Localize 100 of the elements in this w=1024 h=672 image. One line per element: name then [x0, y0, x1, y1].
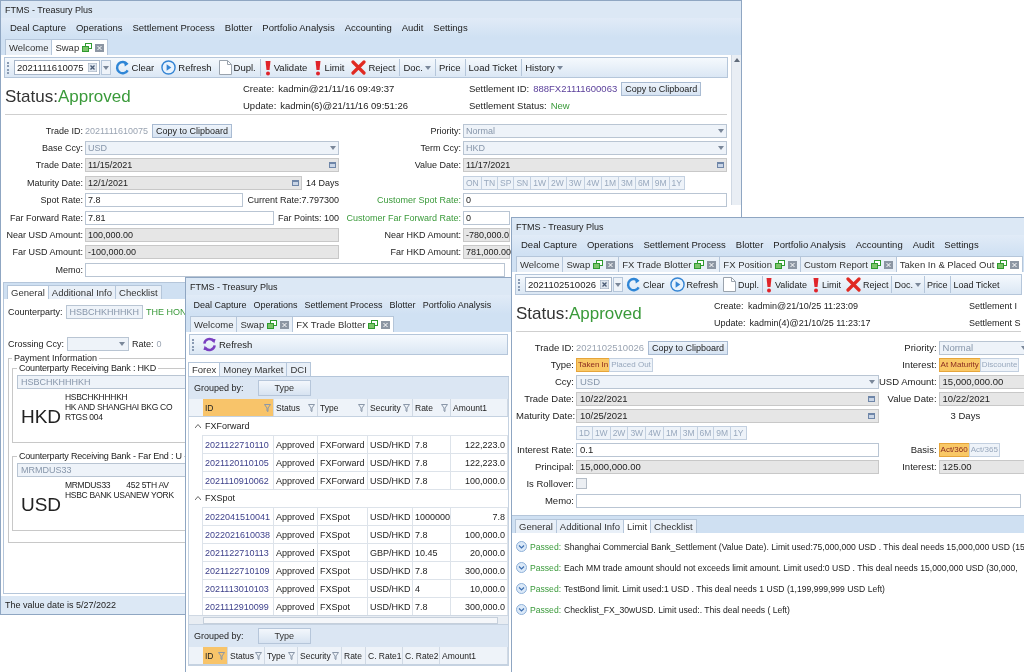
filter-icon[interactable]	[255, 651, 263, 660]
close-icon[interactable]	[1010, 260, 1020, 269]
group-chip[interactable]: Type	[257, 628, 312, 644]
document-tab[interactable]: FX Trade Blotter	[292, 316, 395, 332]
section-tab[interactable]: Money Market	[219, 362, 288, 376]
group-row[interactable]: FXSpot	[189, 489, 508, 507]
toolbar-button[interactable]: Dupl.	[721, 276, 762, 293]
toolbar-button[interactable]: Price	[434, 59, 464, 76]
memo-field[interactable]	[576, 493, 1021, 508]
column-header[interactable]: Type	[265, 647, 298, 664]
menu-item[interactable]: Operations	[582, 239, 639, 250]
toggle-button[interactable]: Act/360	[938, 442, 970, 457]
menu-item[interactable]: Settlement Process	[127, 22, 220, 33]
filter-icon[interactable]	[332, 651, 339, 660]
input-field[interactable]: 0	[463, 210, 510, 225]
expand-icon[interactable]	[516, 541, 527, 552]
document-tab[interactable]: FX Position	[719, 256, 801, 272]
toolbar-button[interactable]: Validate	[762, 276, 809, 293]
input-field[interactable]: 7.81	[85, 210, 274, 225]
column-header[interactable]: Status	[274, 399, 318, 416]
toolbar-button[interactable]: History	[521, 59, 566, 76]
menu-item[interactable]: Settings	[939, 239, 984, 250]
filter-icon[interactable]	[218, 651, 225, 660]
toggle-button[interactable]: At Maturity	[938, 357, 981, 372]
trade-id-field[interactable]: 2021111610075	[14, 60, 100, 75]
toolbar-button[interactable]: Refresh	[158, 59, 215, 76]
section-tab[interactable]: Checklist	[115, 285, 162, 300]
column-header[interactable]: Rate	[413, 399, 451, 416]
memo-field[interactable]	[85, 262, 505, 277]
window-icon[interactable]	[774, 260, 785, 269]
menu-item[interactable]: Accounting	[850, 239, 908, 250]
refresh-button[interactable]: Refresh	[199, 336, 256, 353]
expand-icon[interactable]	[516, 562, 527, 573]
filter-icon[interactable]	[308, 403, 315, 412]
expand-icon[interactable]	[516, 604, 527, 615]
date-field[interactable]: 10/22/2021	[576, 391, 879, 406]
menu-item[interactable]: Audit	[396, 22, 429, 33]
document-tab[interactable]: Swap	[236, 316, 294, 332]
column-header[interactable]: C. Rate1	[366, 647, 403, 664]
column-header[interactable]: ID	[203, 647, 228, 664]
column-header[interactable]: Rate	[342, 647, 366, 664]
date-field[interactable]: 11/15/2021	[85, 158, 339, 173]
column-header[interactable]: Amount1	[440, 647, 508, 664]
close-icon[interactable]	[883, 260, 893, 269]
close-icon[interactable]	[606, 260, 616, 269]
window-icon[interactable]	[997, 260, 1008, 269]
group-chip[interactable]: Type	[257, 380, 312, 396]
toolbar-button[interactable]: Doc.	[891, 276, 923, 293]
close-icon[interactable]	[280, 320, 290, 329]
dropdown-button[interactable]	[100, 60, 111, 75]
toolbar-button[interactable]: Refresh	[667, 276, 720, 293]
column-header[interactable]: Status	[228, 647, 265, 664]
toolbar-button[interactable]: Reject	[348, 59, 399, 76]
toolbar-button[interactable]: Clear	[111, 59, 158, 76]
close-icon[interactable]	[707, 260, 717, 269]
document-tab[interactable]: Welcome	[516, 256, 564, 272]
column-header[interactable]: Security	[368, 399, 413, 416]
toolbar-button[interactable]: Limit	[311, 59, 348, 76]
dropdown-button[interactable]	[613, 277, 623, 292]
document-tab[interactable]: Custom Report	[799, 256, 897, 272]
section-tab[interactable]: General	[7, 285, 49, 300]
menu-item[interactable]: Accounting	[339, 22, 397, 33]
filter-icon[interactable]	[358, 403, 365, 412]
calendar-icon[interactable]	[329, 162, 336, 169]
document-tab[interactable]: FX Trade Blotter	[618, 256, 721, 272]
document-tab[interactable]: Taken In & Placed Out	[895, 256, 1024, 272]
expand-icon[interactable]	[516, 583, 527, 594]
scrollbar[interactable]	[731, 55, 741, 205]
menu-item[interactable]: Operations	[250, 299, 302, 310]
dropdown-field[interactable]	[67, 337, 129, 352]
section-tab[interactable]: Additional Info	[47, 285, 117, 300]
toolbar-button[interactable]: Price	[923, 276, 950, 293]
group-row[interactable]: FXForward	[189, 417, 508, 435]
clear-icon[interactable]	[87, 63, 97, 72]
menu-item[interactable]: Settlement Process	[301, 299, 387, 310]
menu-item[interactable]: Portfolio Analysis	[419, 299, 495, 310]
filter-icon[interactable]	[441, 403, 448, 412]
date-field[interactable]: 12/1/2021	[85, 175, 302, 190]
toggle-button[interactable]: Taken In	[576, 357, 611, 372]
menu-item[interactable]: Operations	[71, 22, 128, 33]
toolbar-button[interactable]: Validate	[259, 59, 311, 76]
calendar-icon[interactable]	[717, 162, 724, 169]
input-field[interactable]: 7.8	[85, 193, 244, 208]
menu-item[interactable]: Deal Capture	[5, 22, 71, 33]
document-tab[interactable]: Swap	[562, 256, 620, 272]
menu-item[interactable]: Deal Capture	[190, 299, 251, 310]
toolbar-button[interactable]: Limit	[809, 276, 843, 293]
close-icon[interactable]	[381, 320, 391, 329]
menu-item[interactable]: Portfolio Analysis	[768, 239, 851, 250]
calendar-icon[interactable]	[291, 179, 299, 186]
calendar-icon[interactable]	[868, 395, 875, 402]
input-field[interactable]: 0.1	[576, 442, 879, 457]
menu-item[interactable]: Audit	[907, 239, 940, 250]
menu-item[interactable]: Settings	[428, 22, 473, 33]
window-icon[interactable]	[694, 260, 705, 269]
checkbox[interactable]	[576, 478, 587, 489]
filter-icon[interactable]	[403, 403, 410, 412]
filter-icon[interactable]	[264, 403, 271, 412]
menu-item[interactable]: Blotter	[730, 239, 769, 250]
date-field[interactable]: 11/17/2021	[463, 158, 727, 173]
